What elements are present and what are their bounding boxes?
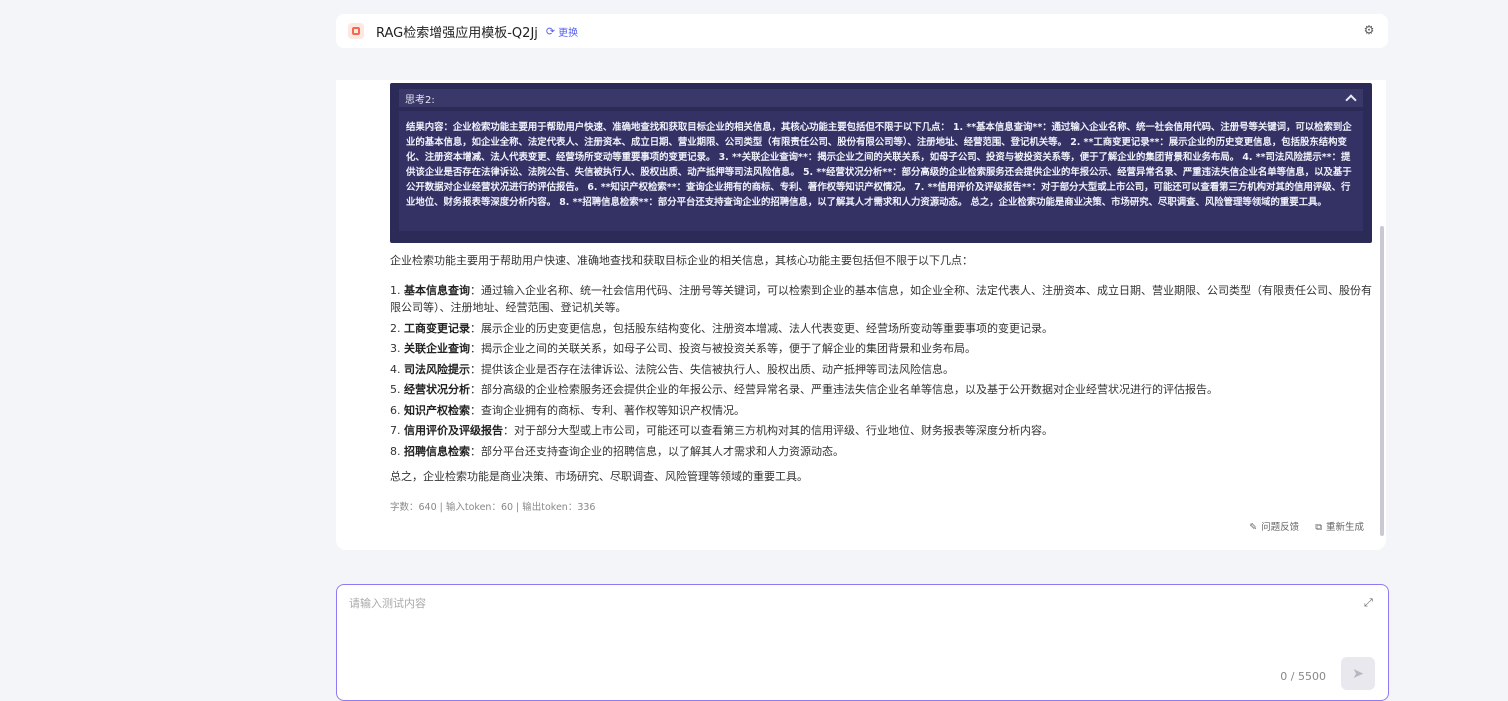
list-number: 5. [390,383,401,396]
list-number: 2. [390,321,401,335]
list-item-text: 揭示企业之间的关联关系，如母子公司、投资与被投资关系等，便于了解企业的集团背景和… [481,342,976,355]
list-number: 8. [390,444,401,458]
answer-list-item: 5. 经营状况分析：部分高级的企业检索服务还会提供企业的年报公示、经营异常名录、… [390,381,1374,398]
char-counter: 0 / 5500 [1280,670,1326,683]
list-number: 7. [390,424,401,437]
answer-list-item: 8. 招聘信息检索：部分平台还支持查询企业的招聘信息，以了解其人才需求和人力资源… [390,443,1374,460]
list-item-text: 部分高级的企业检索服务还会提供企业的年报公示、经营异常名录、严重违法失信企业名单… [481,383,1218,396]
thinking-label: 思考2: [405,94,435,106]
colon: ： [470,321,481,335]
switch-label: 更换 [558,27,579,39]
list-item-title: 基本信息查询 [404,284,470,297]
regenerate-label: 重新生成 [1325,522,1364,533]
chevron-up-icon[interactable] [1345,94,1357,106]
expand-icon[interactable]: ⤢ [1364,597,1376,609]
edit-icon: ✎ [1249,522,1258,533]
answer-list: 1. 基本信息查询：通过输入企业名称、统一社会信用代码、注册号等关键词，可以检索… [390,282,1374,460]
message-actions: ✎ 问题反馈 ⧉ 重新生成 [1249,519,1364,533]
answer-list-item: 1. 基本信息查询：通过输入企业名称、统一社会信用代码、注册号等关键词，可以检索… [390,282,1374,316]
list-item-text: 查询企业拥有的商标、专利、著作权等知识产权情况。 [481,403,745,417]
app-title: RAG检索增强应用模板-Q2Jj [376,25,538,41]
colon: ： [470,284,481,297]
list-item-title: 信用评价及评级报告 [404,424,503,437]
list-item-text: 部分平台还支持查询企业的招聘信息，以了解其人才需求和人力资源动态。 [481,444,844,458]
thinking-block: 思考2: 结果内容：企业检索功能主要用于帮助用户快速、准确地查找和获取目标企业的… [390,83,1372,243]
list-item-title: 工商变更记录 [404,321,470,335]
scrollbar[interactable] [1380,226,1384,536]
list-item-title: 司法风险提示 [404,362,470,376]
answer-summary: 总之，企业检索功能是商业决策、市场研究、尽职调查、风险管理等领域的重要工具。 [390,469,808,483]
answer-list-item: 7. 信用评价及评级报告：对于部分大型或上市公司，可能还可以查看第三方机构对其的… [390,422,1374,439]
switch-app-button[interactable]: ⟳ 更换 [546,24,578,39]
chat-panel: 思考2: 结果内容：企业检索功能主要用于帮助用户快速、准确地查找和获取目标企业的… [336,80,1386,550]
token-stats: 字数：640 | 输入token：60 | 输出token：336 [390,502,596,513]
regenerate-button[interactable]: ⧉ 重新生成 [1315,519,1364,533]
list-item-text: 对于部分大型或上市公司，可能还可以查看第三方机构对其的信用评级、行业地位、财务报… [514,424,1053,437]
settings-icon[interactable]: ⚙ [1362,23,1376,37]
answer-list-item: 2. 工商变更记录：展示企业的历史变更信息，包括股东结构变化、注册资本增减、法人… [390,320,1374,337]
list-item-text: 展示企业的历史变更信息，包括股东结构变化、注册资本增减、法人代表变更、经营场所变… [481,321,1053,335]
colon: ： [470,383,481,396]
list-item-title: 招聘信息检索 [404,444,470,458]
app-logo-icon [348,23,364,39]
list-item-title: 经营状况分析 [404,383,470,396]
app-header: RAG检索增强应用模板-Q2Jj ⟳ 更换 ⚙ [336,14,1388,48]
list-item-text: 通过输入企业名称、统一社会信用代码、注册号等关键词，可以检索到企业的基本信息，如… [390,284,1372,314]
answer-list-item: 3. 关联企业查询：揭示企业之间的关联关系，如母子公司、投资与被投资关系等，便于… [390,340,1374,357]
colon: ： [470,362,481,376]
message-input[interactable] [349,595,1329,635]
colon: ： [503,424,514,437]
answer-message: 企业检索功能主要用于帮助用户快速、准确地查找和获取目标企业的相关信息，其核心功能… [390,252,1374,486]
send-icon: ➤ [1352,665,1364,682]
regenerate-icon: ⧉ [1315,522,1322,533]
send-button[interactable]: ➤ [1341,657,1375,690]
list-item-title: 关联企业查询 [404,342,470,355]
list-number: 4. [390,362,401,376]
answer-list-item: 4. 司法风险提示：提供该企业是否存在法律诉讼、法院公告、失信被执行人、股权出质… [390,361,1374,378]
list-number: 6. [390,403,401,417]
message-input-box: ⤢ 0 / 5500 ➤ [336,584,1389,701]
feedback-button[interactable]: ✎ 问题反馈 [1249,519,1299,533]
list-item-title: 知识产权检索 [404,403,470,417]
colon: ： [470,444,481,458]
list-number: 3. [390,342,401,355]
answer-intro: 企业检索功能主要用于帮助用户快速、准确地查找和获取目标企业的相关信息，其核心功能… [390,254,973,267]
thinking-header[interactable]: 思考2: [399,89,1363,107]
thinking-content: 结果内容：企业检索功能主要用于帮助用户快速、准确地查找和获取目标企业的相关信息，… [399,111,1363,231]
feedback-label: 问题反馈 [1261,522,1300,533]
refresh-icon: ⟳ [545,24,556,38]
list-number: 1. [390,284,401,297]
list-item-text: 提供该企业是否存在法律诉讼、法院公告、失信被执行人、股权出质、动产抵押等司法风险… [481,362,954,376]
colon: ： [470,342,481,355]
colon: ： [470,403,481,417]
answer-list-item: 6. 知识产权检索：查询企业拥有的商标、专利、著作权等知识产权情况。 [390,402,1374,419]
